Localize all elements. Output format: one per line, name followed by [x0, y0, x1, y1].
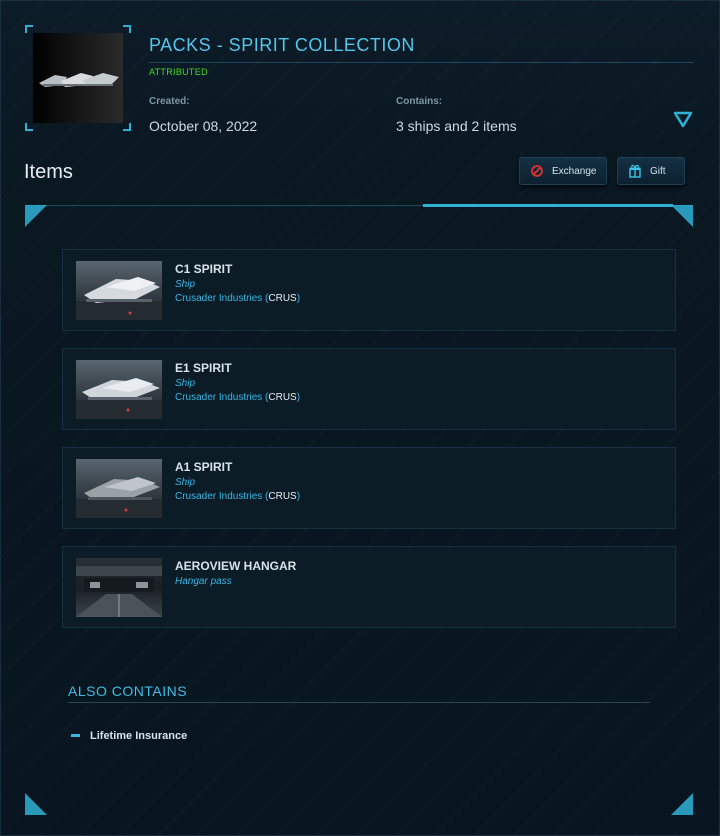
pack-thumbnail-frame [25, 25, 131, 131]
panel-corner [671, 205, 693, 227]
manufacturer-code: CRUS [268, 392, 297, 403]
list-item[interactable]: A1 SPIRIT Ship Crusader Industries (CRUS… [62, 447, 676, 529]
list-item[interactable]: AEROVIEW HANGAR Hangar pass [62, 546, 676, 628]
created-value: October 08, 2022 [149, 118, 258, 134]
item-name: C1 SPIRIT [175, 262, 233, 276]
panel-corner [25, 793, 47, 815]
item-type: Ship [175, 378, 196, 389]
item-image [76, 558, 162, 617]
item-manufacturer: Crusader Industries (CRUS) [175, 293, 301, 304]
manufacturer-name: Crusader Industries [175, 293, 263, 304]
bullet-icon [71, 734, 80, 737]
frame-corner [25, 123, 33, 131]
frame-corner [123, 123, 131, 131]
manufacturer-code: CRUS [268, 491, 297, 502]
gift-label: Gift [650, 165, 666, 177]
gift-icon [628, 164, 642, 178]
item-type: Hangar pass [175, 576, 232, 587]
list-item[interactable]: E1 SPIRIT Ship Crusader Industries (CRUS… [62, 348, 676, 430]
frame-corner [25, 25, 33, 33]
contains-label: Contains: [396, 96, 443, 107]
items-heading: Items [24, 161, 73, 183]
exchange-icon [530, 164, 544, 178]
item-manufacturer: Crusader Industries (CRUS) [175, 392, 301, 403]
panel-top-accent [423, 204, 673, 207]
frame-corner [123, 25, 131, 33]
item-type: Ship [175, 477, 196, 488]
expand-chevron-icon[interactable] [673, 111, 693, 129]
item-image [76, 261, 162, 320]
panel-corner [671, 793, 693, 815]
also-contains-heading: ALSO CONTAINS [68, 683, 188, 699]
list-item[interactable]: C1 SPIRIT Ship Crusader Industries (CRUS… [62, 249, 676, 331]
manufacturer-name: Crusader Industries [175, 392, 263, 403]
gift-button[interactable]: Gift [617, 157, 685, 185]
item-image [76, 360, 162, 419]
created-label: Created: [149, 96, 190, 107]
item-name: A1 SPIRIT [175, 460, 233, 474]
manufacturer-name: Crusader Industries [175, 491, 263, 502]
contains-value: 3 ships and 2 items [396, 118, 517, 134]
also-contains-divider [68, 702, 650, 703]
manufacturer-code: CRUS [268, 293, 297, 304]
item-name: AEROVIEW HANGAR [175, 559, 297, 573]
ships-image [39, 73, 119, 87]
pack-thumbnail [33, 33, 123, 123]
items-panel: C1 SPIRIT Ship Crusader Industries (CRUS… [25, 204, 693, 815]
item-name: E1 SPIRIT [175, 361, 232, 375]
pack-detail-window: PACKS - SPIRIT COLLECTION ATTRIBUTED Cre… [0, 0, 720, 836]
also-contains-item: Lifetime Insurance [90, 730, 188, 742]
exchange-button[interactable]: Exchange [519, 157, 607, 185]
title-divider [149, 62, 693, 63]
status-badge: ATTRIBUTED [149, 67, 208, 77]
item-manufacturer: Crusader Industries (CRUS) [175, 491, 301, 502]
panel-corner [25, 205, 47, 227]
exchange-label: Exchange [552, 165, 597, 177]
page-title: PACKS - SPIRIT COLLECTION [149, 35, 415, 55]
item-type: Ship [175, 279, 196, 290]
item-image [76, 459, 162, 518]
